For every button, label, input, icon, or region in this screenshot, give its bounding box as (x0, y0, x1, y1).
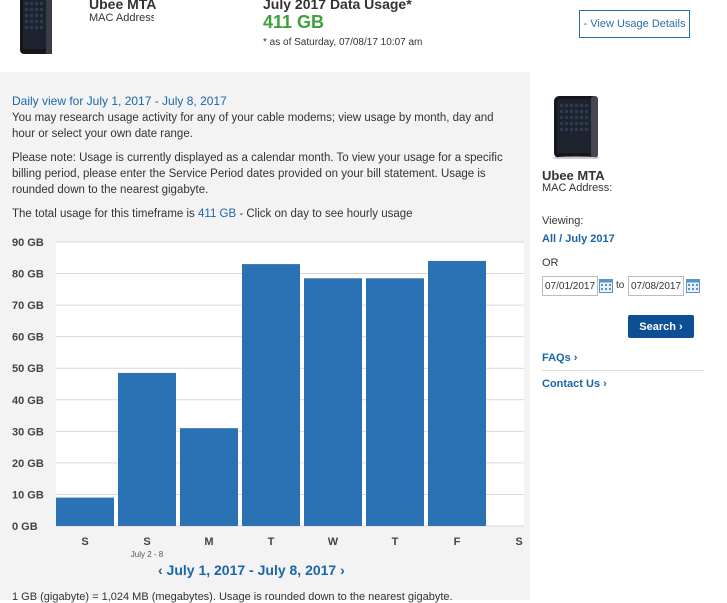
main-area: Daily view for July 1, 2017 - July 8, 20… (0, 72, 727, 603)
start-date-input[interactable] (542, 276, 598, 296)
chart-bar[interactable] (56, 497, 114, 526)
end-date-input[interactable] (628, 276, 684, 296)
intro-paragraph: You may research usage activity for any … (12, 112, 494, 140)
x-axis-tick-label: W (328, 536, 339, 548)
sidebar-modem-name: Ubee MTA (542, 168, 605, 183)
chart-bar[interactable] (304, 278, 362, 526)
mac-address-value (154, 11, 234, 30)
date-range-navigation[interactable]: ‹ July 1, 2017 - July 8, 2017 › (158, 562, 345, 578)
or-label: OR (542, 257, 559, 269)
modem-device-icon (6, 0, 67, 61)
x-axis-tick-label: M (204, 536, 213, 548)
x-axis-tick-label: S (515, 536, 522, 548)
daily-view-heading: Daily view for July 1, 2017 - July 8, 20… (12, 94, 227, 108)
note-paragraph: Please note: Usage is currently displaye… (12, 152, 503, 196)
calendar-icon[interactable] (599, 278, 613, 293)
usage-as-of-timestamp: * as of Saturday, 07/08/17 10:07 am (263, 37, 423, 48)
viewing-label: Viewing: (542, 215, 584, 227)
chart-bar[interactable] (242, 264, 300, 526)
chart-bar[interactable] (180, 428, 238, 526)
y-axis-tick-label: 10 GB (12, 489, 44, 501)
y-axis-tick-label: 60 GB (12, 332, 44, 344)
total-usage-link[interactable]: 411 GB (198, 208, 236, 220)
total-usage-line: The total usage for this timeframe is 41… (12, 206, 517, 222)
sidebar-divider (542, 370, 704, 371)
x-axis-tick-label: T (268, 536, 275, 548)
viewing-period-link[interactable]: All / July 2017 (542, 233, 615, 245)
chart-bar[interactable] (366, 278, 424, 526)
y-axis-tick-label: 20 GB (12, 458, 44, 470)
faqs-link[interactable]: FAQs › (542, 352, 577, 364)
sidebar: Ubee MTA MAC Address: Viewing: All / Jul… (530, 72, 727, 600)
to-label: to (616, 280, 625, 291)
x-axis-tick-label: S (81, 536, 88, 548)
contact-us-link[interactable]: Contact Us › (542, 378, 607, 390)
y-axis-tick-label: 40 GB (12, 395, 44, 407)
y-axis-tick-label: 0 GB (12, 521, 38, 533)
sidebar-mac-address-label: MAC Address: (542, 182, 613, 194)
y-axis-tick-label: 70 GB (12, 300, 44, 312)
total-usage-prefix: The total usage for this timeframe is (12, 208, 198, 220)
y-axis-tick-label: 50 GB (12, 363, 44, 375)
mac-address-label: MAC Address: (89, 12, 160, 24)
gigabyte-footnote: 1 GB (gigabyte) = 1,024 MB (megabytes). … (12, 591, 453, 603)
x-axis-sublabel: July 2 - 8 (131, 550, 164, 559)
view-usage-details-button[interactable]: - View Usage Details (579, 10, 690, 38)
usage-summary-header: Ubee MTA MAC Address: July 2017 Data Usa… (0, 0, 727, 72)
modem-name: Ubee MTA (89, 0, 157, 12)
search-button[interactable]: Search › (628, 315, 694, 338)
usage-content: Daily view for July 1, 2017 - July 8, 20… (0, 72, 530, 603)
chart-bar[interactable] (428, 260, 486, 526)
modem-device-image (552, 96, 600, 159)
calendar-icon[interactable] (686, 278, 700, 293)
y-axis-tick-label: 30 GB (12, 426, 44, 438)
y-axis-tick-label: 80 GB (12, 269, 44, 281)
x-axis-tick-label: S (143, 536, 150, 548)
usage-title: July 2017 Data Usage* (263, 0, 412, 12)
chart-bar[interactable] (118, 372, 176, 526)
x-axis-tick-label: T (392, 536, 399, 548)
total-usage-suffix: - Click on day to see hourly usage (236, 208, 413, 220)
y-axis-tick-label: 90 GB (12, 237, 44, 249)
x-axis-tick-label: F (454, 536, 461, 548)
usage-total: 411 GB (263, 12, 325, 32)
daily-usage-bar-chart: 0 GB 10 GB 20 GB 30 GB 40 GB 50 GB 60 GB 70 GB 8… (12, 237, 524, 559)
